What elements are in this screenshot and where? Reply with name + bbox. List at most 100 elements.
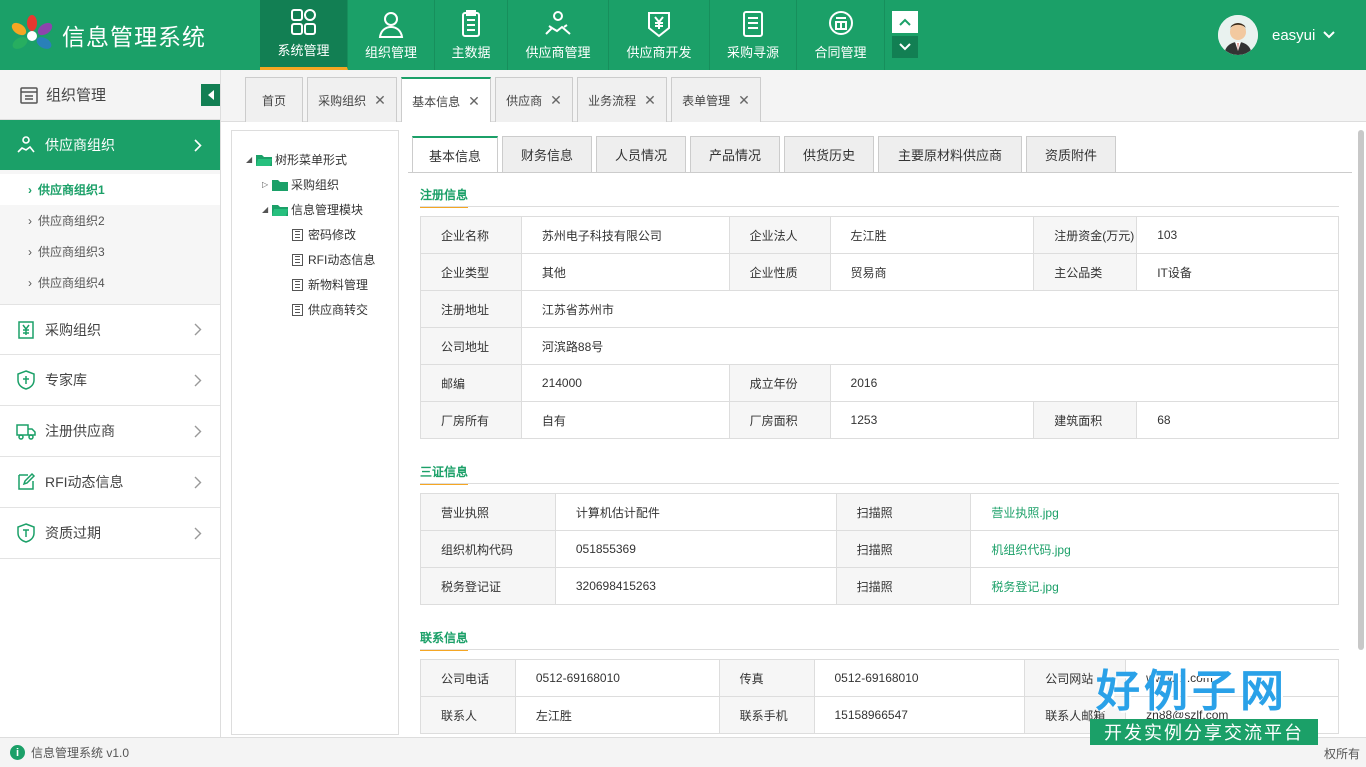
chevron-right-icon: [194, 138, 202, 152]
table-row: 邮编 214000 成立年份 2016: [420, 364, 1340, 402]
tree-collapsed-icon[interactable]: ▷: [262, 180, 272, 189]
close-icon[interactable]: ✕: [550, 92, 562, 109]
chevron-right-icon: [194, 425, 202, 437]
scan-file-link[interactable]: 机组织代码.jpg: [970, 530, 1339, 568]
sidebar-sub-item[interactable]: › 供应商组织2: [0, 205, 220, 236]
vertical-scrollbar[interactable]: [1358, 130, 1364, 650]
tree-node-label: 信息管理模块: [291, 203, 364, 217]
nav-item-supplier-dev[interactable]: 供应商开发: [609, 0, 710, 70]
sidebar-sub-item[interactable]: › 供应商组织4: [0, 267, 220, 298]
inner-tab[interactable]: 主要原材料供应商: [878, 136, 1022, 172]
avatar-icon: [1218, 15, 1258, 55]
sidebar-title: 组织管理: [46, 87, 107, 104]
table-row: 组织机构代码 051855369 扫描照 机组织代码.jpg: [420, 530, 1339, 568]
tree-node-info-module[interactable]: ◢ 信息管理模块: [232, 197, 398, 222]
section-divider: [420, 649, 1339, 650]
field-label: 主公品类: [1033, 253, 1138, 291]
field-label: 建筑面积: [1033, 401, 1138, 439]
tab-basic-info[interactable]: 基本信息 ✕: [401, 77, 491, 123]
sidebar-header: 组织管理: [0, 70, 220, 120]
field-value: 1253: [829, 401, 1035, 439]
table-row: 企业名称 苏州电子科技有限公司 企业法人 左江胜 注册资金(万元) 103: [420, 216, 1339, 254]
clipboard-icon: [462, 9, 480, 37]
field-label: 组织机构代码: [420, 530, 556, 568]
nav-item-system[interactable]: 系统管理: [260, 0, 348, 70]
sidebar-item-label: 注册供应商: [45, 423, 115, 439]
section-title-text: 联系信息: [420, 629, 469, 651]
page-tab-bar: 首页 采购组织 ✕ 基本信息 ✕ 供应商 ✕ 业务流程 ✕ 表单管理 ✕: [221, 70, 1366, 123]
inner-tab[interactable]: 供货历史: [784, 136, 874, 172]
inner-tab[interactable]: 资质附件: [1026, 136, 1116, 172]
tab-home[interactable]: 首页: [245, 77, 303, 122]
sidebar-collapse-button[interactable]: [201, 84, 220, 106]
nav-scroll-down-button[interactable]: [892, 36, 918, 58]
nav-item-sourcing[interactable]: 采购寻源: [710, 0, 797, 70]
field-value: 其他: [520, 253, 730, 291]
inner-tab[interactable]: 人员情况: [596, 136, 686, 172]
nav-item-contract[interactable]: 合同管理: [797, 0, 885, 70]
sidebar-sub-item[interactable]: › 供应商组织3: [0, 236, 220, 267]
copyright-text: 权所有: [1323, 747, 1360, 761]
nav-item-supplier-mgmt[interactable]: 供应商管理: [508, 0, 609, 70]
tab-supplier[interactable]: 供应商 ✕: [495, 77, 573, 122]
nav-scroll-up-button[interactable]: [892, 11, 918, 33]
sub-item-label: 供应商组织2: [38, 214, 105, 228]
folder-icon: [272, 179, 288, 191]
caret-left-icon: [207, 90, 214, 100]
field-label: 企业名称: [420, 216, 522, 254]
tree-node-root[interactable]: ◢ 树形菜单形式: [232, 147, 398, 172]
user-menu[interactable]: easyui: [1218, 14, 1336, 56]
tree-leaf[interactable]: 密码修改: [232, 222, 398, 247]
table-row: 营业执照 计算机估计配件 扫描照 营业执照.jpg: [420, 493, 1339, 531]
tree-node-label: 采购组织: [291, 178, 340, 192]
sidebar-item-label: 专家库: [45, 372, 87, 388]
yen-badge-icon: [648, 11, 670, 37]
inner-tab-label: 财务信息: [520, 148, 573, 163]
chevron-right-icon: [194, 374, 202, 386]
sidebar-item-rfi[interactable]: RFI动态信息: [0, 457, 220, 508]
tree-leaf[interactable]: 供应商转交: [232, 297, 398, 322]
inner-tab[interactable]: 财务信息: [502, 136, 592, 172]
sidebar-item-expired[interactable]: 资质过期: [0, 508, 220, 559]
close-icon[interactable]: ✕: [644, 92, 656, 109]
inner-tab-label: 产品情况: [708, 148, 761, 163]
file-icon: [292, 228, 303, 241]
tab-workflow[interactable]: 业务流程 ✕: [577, 77, 667, 122]
tab-form-mgmt[interactable]: 表单管理 ✕: [671, 77, 761, 122]
tab-purchase-org[interactable]: 采购组织 ✕: [307, 77, 397, 122]
tree-leaf[interactable]: RFI动态信息: [232, 247, 398, 272]
tree-expanded-icon[interactable]: ◢: [262, 205, 272, 214]
nav-item-org[interactable]: 组织管理: [348, 0, 435, 70]
registration-table: 企业名称 苏州电子科技有限公司 企业法人 左江胜 注册资金(万元) 103 企业…: [420, 216, 1340, 439]
chevron-down-icon: [899, 43, 911, 51]
sidebar-item-experts[interactable]: 专家库: [0, 355, 220, 406]
chevron-right-icon: [194, 323, 202, 336]
field-label: 成立年份: [728, 364, 831, 402]
field-value: 2016: [829, 364, 1340, 402]
scan-file-link[interactable]: 税务登记.jpg: [970, 567, 1339, 605]
sidebar-item-register-supplier[interactable]: 注册供应商: [0, 406, 220, 457]
section-title-text: 注册信息: [420, 186, 469, 208]
sub-item-label: 供应商组织3: [38, 245, 105, 259]
sidebar-item-purchase-org[interactable]: 采购组织: [0, 304, 220, 355]
nav-label: 供应商开发: [626, 44, 692, 60]
tree-node-purchase-org[interactable]: ▷ 采购组织: [232, 172, 398, 197]
field-value: 051855369: [554, 530, 837, 568]
inner-tab[interactable]: 基本信息: [412, 136, 498, 173]
tree-leaf[interactable]: 新物料管理: [232, 272, 398, 297]
inner-tab[interactable]: 产品情况: [690, 136, 780, 172]
sidebar-item-supplier-org[interactable]: 供应商组织: [0, 120, 220, 170]
sidebar-sub-item[interactable]: › 供应商组织1: [0, 174, 220, 205]
close-icon[interactable]: ✕: [374, 92, 386, 109]
scan-file-link[interactable]: 营业执照.jpg: [970, 493, 1339, 531]
nav-item-master-data[interactable]: 主数据: [435, 0, 508, 70]
tree-expanded-icon[interactable]: ◢: [246, 155, 256, 164]
inner-tab-label: 基本信息: [429, 149, 482, 164]
nav-label: 供应商管理: [525, 44, 591, 60]
close-icon[interactable]: ✕: [738, 92, 750, 109]
tree-menu: ◢ 树形菜单形式 ▷ 采购组织 ◢ 信息管理模块 密码修改 RFI动态信息 新物…: [231, 130, 399, 735]
top-bar: 信息管理系统 系统管理 组织管理 主数据 供应商管理 供应商开发 采购寻源 合同…: [0, 0, 1366, 70]
app-title: 信息管理系统: [62, 24, 206, 50]
avatar: [1218, 15, 1258, 55]
close-icon[interactable]: ✕: [468, 93, 480, 110]
